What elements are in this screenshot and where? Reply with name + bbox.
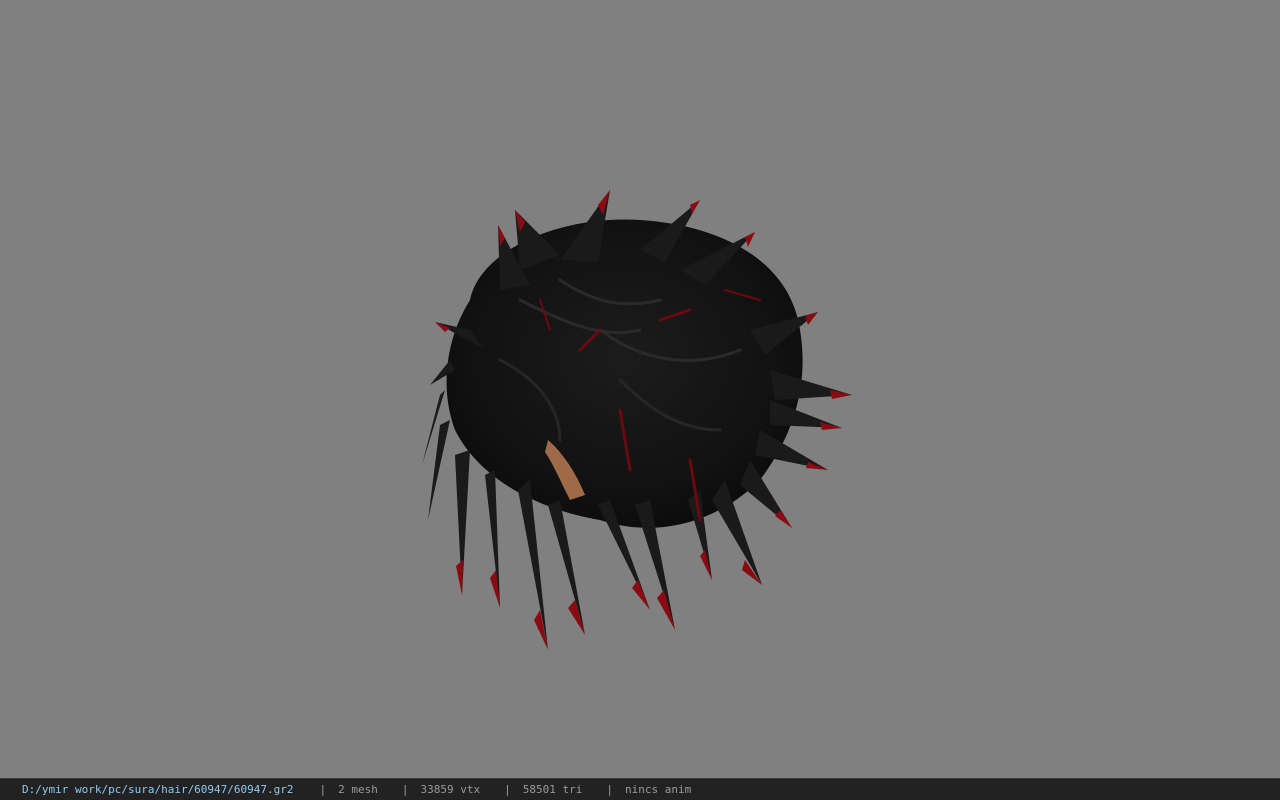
animation-status-label: nincs anim: [625, 783, 692, 796]
file-path-label: D:/ymir work/pc/sura/hair/60947/60947.gr…: [22, 783, 294, 796]
hair-model-render[interactable]: [0, 0, 1280, 778]
vertex-count-label: 33859 vtx: [420, 783, 481, 796]
separator: |: [401, 783, 409, 796]
mesh-count-label: 2 mesh: [338, 783, 378, 796]
3d-viewport[interactable]: [0, 0, 1280, 778]
separator: |: [319, 783, 327, 796]
separator: |: [606, 783, 613, 796]
separator: |: [504, 783, 511, 796]
triangle-count-label: 58501 tri: [522, 783, 583, 796]
status-bar: D:/ymir work/pc/sura/hair/60947/60947.gr…: [0, 778, 1280, 800]
